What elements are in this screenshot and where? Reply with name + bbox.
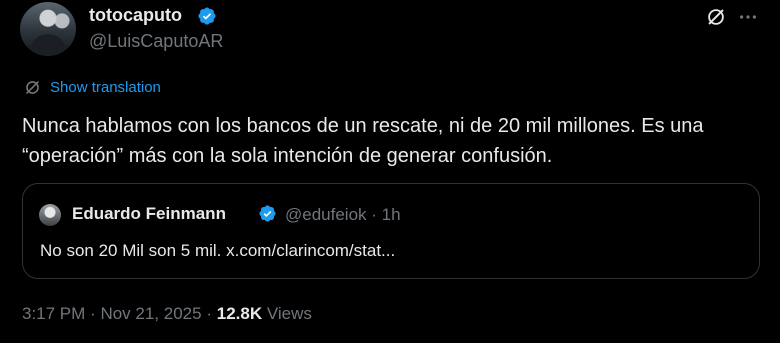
- quote-meta: @edufeiok · 1h: [285, 205, 401, 225]
- author-handle[interactable]: @LuisCaputoAR: [89, 31, 223, 52]
- author-avatar[interactable]: [20, 2, 76, 56]
- verified-badge-icon: [198, 7, 216, 25]
- more-icon[interactable]: [737, 6, 759, 28]
- quote-separator: ·: [371, 205, 377, 224]
- tweet-text: Nunca hablamos con los bancos de un resc…: [22, 115, 704, 167]
- author-display-name[interactable]: totocaputo: [89, 5, 182, 26]
- quote-text: No son 20 Mil son 5 mil. x.com/clarincom…: [40, 241, 396, 260]
- show-translation[interactable]: Show translation: [23, 78, 161, 97]
- quote-verified-badge-icon: [259, 205, 276, 222]
- views-label: Views: [266, 304, 312, 323]
- grok-icon[interactable]: [705, 6, 727, 28]
- show-translation-label[interactable]: Show translation: [50, 79, 161, 96]
- tweet-date[interactable]: Nov 21, 2025: [100, 304, 201, 323]
- meta-separator: ·: [90, 304, 96, 323]
- quote-time[interactable]: 1h: [382, 205, 401, 224]
- meta-separator: ·: [206, 304, 212, 323]
- views-count: 12.8K: [216, 304, 263, 323]
- quote-author-avatar[interactable]: [39, 204, 61, 226]
- tweet-meta: 3:17 PM · Nov 21, 2025 · 12.8K Views: [22, 304, 312, 324]
- quote-author-name[interactable]: Eduardo Feinmann: [72, 204, 226, 224]
- translate-icon: [26, 81, 39, 94]
- quoted-tweet[interactable]: Eduardo Feinmann @edufeiok · 1h No son 2…: [22, 183, 760, 279]
- tweet-time[interactable]: 3:17 PM: [22, 304, 85, 323]
- quote-author-handle[interactable]: @edufeiok: [285, 205, 367, 224]
